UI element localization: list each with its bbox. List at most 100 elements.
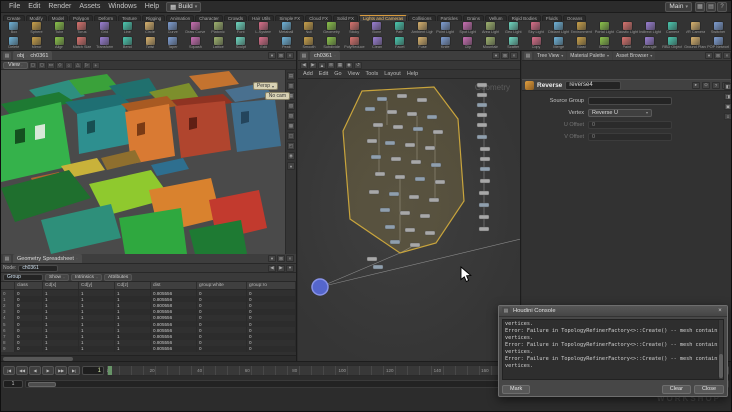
close-icon[interactable]: × bbox=[716, 307, 724, 315]
column-header-group-white[interactable]: group:white bbox=[197, 282, 247, 289]
network-node-33[interactable] bbox=[389, 239, 401, 245]
parameter-header-icon-2[interactable]: ? bbox=[712, 81, 720, 89]
shelf-tool-path[interactable]: Path bbox=[389, 21, 411, 34]
shelf-tool-clean[interactable]: Clean bbox=[366, 36, 388, 49]
shelf-tool-torus[interactable]: Torus bbox=[71, 21, 93, 34]
shelf-tool-match-size[interactable]: Match Size bbox=[71, 36, 93, 49]
network-node-32[interactable] bbox=[424, 230, 436, 236]
shelf-tool-mountain[interactable]: Mountain bbox=[480, 36, 502, 49]
viewport-tool-icon-4[interactable]: ○ bbox=[64, 61, 73, 69]
network-node-40[interactable] bbox=[476, 112, 488, 118]
shelf-tool-switcher[interactable]: Switcher bbox=[707, 21, 729, 34]
shelf-tool-sticky[interactable]: Sticky bbox=[343, 21, 365, 34]
spreadsheet-body[interactable]: 0 0 1 1 1 0.805556 0 0 1 0 1 1 1 0.805556 0 0 2 0 1 1 1 0.800… bbox=[1, 290, 296, 355]
network-node-21[interactable] bbox=[414, 176, 426, 182]
attributes-button[interactable]: Attributes bbox=[103, 273, 133, 281]
network-node-18[interactable] bbox=[430, 162, 442, 168]
shelf-tool-sculpt[interactable]: Sculpt bbox=[230, 36, 252, 49]
network-canvas[interactable]: Geometry bbox=[298, 79, 520, 361]
network-node-46[interactable] bbox=[479, 178, 491, 184]
console-body[interactable]: vertices. Error: Failure in TopologyRefin… bbox=[502, 319, 724, 380]
menu-help[interactable]: Help bbox=[141, 3, 163, 10]
column-header-cd-y[interactable]: Cd[y] bbox=[79, 282, 115, 289]
shelf-tool-taper[interactable]: Taper bbox=[162, 36, 184, 49]
console-scrollbar[interactable] bbox=[718, 320, 723, 379]
transport-button-2[interactable]: ◀ bbox=[29, 366, 41, 375]
close-button[interactable]: Close bbox=[693, 384, 724, 394]
network-node-36[interactable] bbox=[372, 264, 384, 270]
shelf-tool-facet[interactable]: Facet bbox=[389, 36, 411, 49]
spreadsheet-nav-icon-2[interactable]: ▾ bbox=[286, 264, 294, 272]
camera-badge[interactable]: No cam bbox=[264, 92, 290, 100]
viewport-pane-menu-icon-2[interactable]: × bbox=[286, 52, 294, 59]
network-node-1[interactable] bbox=[396, 93, 408, 99]
viewport-display-icon-6[interactable]: ◫ bbox=[287, 132, 295, 140]
shelf-tool-tube[interactable]: Tube bbox=[48, 21, 70, 34]
node-name-field[interactable]: reverse4 bbox=[565, 80, 622, 90]
network-node-9[interactable] bbox=[412, 126, 424, 132]
parameter-header-icon-0[interactable]: ▸ bbox=[692, 81, 700, 89]
shelf-tool-bone[interactable]: Bone bbox=[366, 21, 388, 34]
network-node-2[interactable] bbox=[416, 97, 428, 103]
menu-file[interactable]: File bbox=[5, 3, 24, 10]
pane-edge-icon-3[interactable]: ≡ bbox=[724, 113, 731, 120]
network-node-47[interactable] bbox=[478, 190, 490, 196]
netmenu-add[interactable]: Add bbox=[300, 71, 316, 77]
shelf-tool-circle[interactable]: Circle bbox=[139, 21, 161, 34]
netmenu-view[interactable]: View bbox=[345, 71, 363, 77]
shelf-tool-vr-camera[interactable]: VR Camera bbox=[685, 21, 707, 34]
right-pane-menu-icon-2[interactable]: × bbox=[723, 52, 731, 59]
shelf-tool-font[interactable]: Font bbox=[230, 21, 252, 34]
network-node-34[interactable] bbox=[409, 242, 421, 248]
spreadsheet-pane-menu-icon-2[interactable]: × bbox=[286, 255, 294, 262]
transport-button-5[interactable]: ▶| bbox=[68, 366, 80, 375]
spreadsheet-node-field[interactable]: ch0361 bbox=[18, 264, 59, 272]
network-node-24[interactable] bbox=[388, 191, 400, 197]
shelf-tool-sky-light[interactable]: Sky Light bbox=[525, 21, 547, 34]
network-node-15[interactable] bbox=[370, 154, 382, 160]
viewport-display-icon-3[interactable]: ▧ bbox=[287, 102, 295, 110]
pane-edge-icon-1[interactable]: ◨ bbox=[724, 93, 731, 100]
network-box[interactable] bbox=[342, 86, 465, 254]
pane-tab-asset-browser[interactable]: Asset Browser ▾ bbox=[613, 51, 656, 60]
transport-button-1[interactable]: ◀◀ bbox=[16, 366, 28, 375]
viewport-path-tab[interactable]: obj ▸ ch0361 bbox=[13, 51, 53, 60]
shelf-tool-blast[interactable]: Blast bbox=[571, 36, 593, 49]
network-node-49[interactable] bbox=[478, 214, 490, 220]
viewport-display-icon-8[interactable]: ◉ bbox=[287, 152, 295, 160]
shelf-tool-copy[interactable]: Copy bbox=[525, 36, 547, 49]
network-toolbar-icon-6[interactable]: ↺ bbox=[354, 61, 362, 69]
menu-edit[interactable]: Edit bbox=[24, 3, 44, 10]
network-node-17[interactable] bbox=[410, 159, 422, 165]
network-toolbar-icon-0[interactable]: ◀ bbox=[300, 61, 308, 69]
menubar-icon-0[interactable]: ▦ bbox=[695, 1, 705, 12]
shelf-tool-fuse[interactable]: Fuse bbox=[412, 36, 434, 49]
network-node-3[interactable] bbox=[364, 106, 376, 112]
column-header-cd-x[interactable]: Cd[x] bbox=[43, 282, 79, 289]
menu-assets[interactable]: Assets bbox=[75, 3, 104, 10]
scrollbar-thumb[interactable] bbox=[718, 354, 723, 378]
viewport-tool-icon-1[interactable]: ◻ bbox=[37, 61, 46, 69]
range-slider-handle[interactable] bbox=[28, 382, 56, 387]
network-node-48[interactable] bbox=[478, 202, 490, 208]
viewport-pane-menu-icon-0[interactable]: ▾ bbox=[268, 52, 276, 59]
right-pane-menu-icon-0[interactable]: ▾ bbox=[705, 52, 713, 59]
spreadsheet-pane-menu-icon-1[interactable]: ⊞ bbox=[277, 255, 285, 262]
right-pane-menu-icon-1[interactable]: ⊞ bbox=[714, 52, 722, 59]
shelf-tool-scatter[interactable]: Scatter bbox=[502, 36, 524, 49]
network-node-7[interactable] bbox=[372, 122, 384, 128]
menu-render[interactable]: Render bbox=[44, 3, 75, 10]
shelf-tool-box[interactable]: Box bbox=[3, 21, 25, 34]
network-node-8[interactable] bbox=[392, 124, 404, 130]
shelf-tool-delete[interactable]: Delete bbox=[3, 36, 25, 49]
network-node-22[interactable] bbox=[434, 179, 446, 185]
mark-button[interactable]: Mark bbox=[502, 384, 531, 394]
shelf-tool-polyreduce[interactable]: PolyReduce bbox=[344, 36, 366, 49]
network-toolbar-icon-3[interactable]: ⊞ bbox=[327, 61, 335, 69]
network-pane-menu-icon-2[interactable]: × bbox=[510, 52, 518, 59]
parameter-header-icon-1[interactable]: ⊙ bbox=[702, 81, 710, 89]
network-node-44[interactable] bbox=[479, 156, 491, 162]
viewport-display-icon-9[interactable]: ● bbox=[287, 162, 295, 170]
shelf-tool-camera[interactable]: Camera bbox=[662, 21, 684, 34]
network-node-0[interactable] bbox=[376, 96, 388, 102]
